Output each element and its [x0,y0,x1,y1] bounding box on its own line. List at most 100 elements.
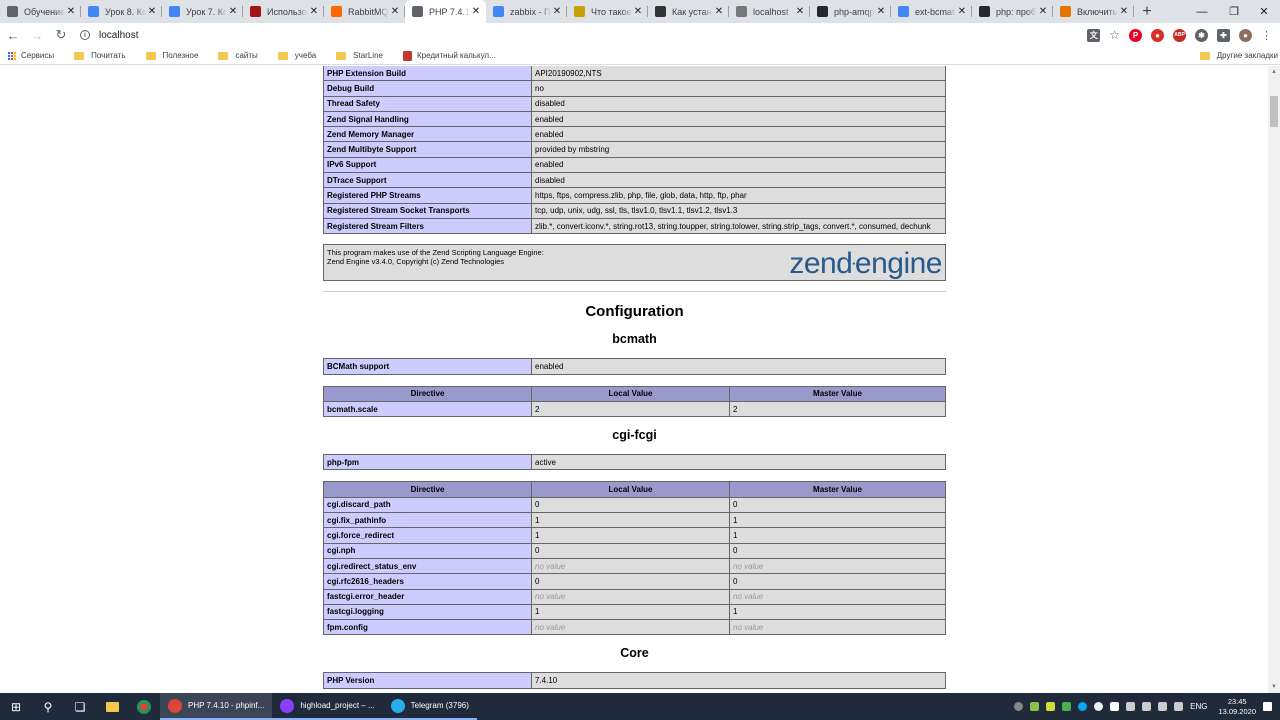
display-icon[interactable] [1174,702,1184,711]
close-icon[interactable]: ✕ [146,6,158,17]
table-row: cgi.fix_pathinfo 1 1 [323,512,946,529]
folder-icon [277,51,288,60]
adblock-icon[interactable]: ABP [1173,28,1186,42]
tab[interactable]: Включить ✕ [1053,0,1134,23]
puzzle-icon[interactable]: ✚ [1217,28,1230,42]
tab[interactable]: RabbitMQ ✕ [324,0,405,23]
row-value: provided by mbstring [531,141,946,158]
table-row: Registered PHP Streams https, ftps, compr… [323,187,946,204]
close-icon[interactable]: ✕ [65,6,77,17]
notifications-icon[interactable] [1263,702,1272,711]
taskbar-app[interactable]: PHP 7.4.10 - phpinf... [160,693,273,720]
close-icon[interactable]: ✕ [470,6,482,17]
network-icon[interactable] [1142,702,1152,711]
table-row: cgi.rfc2616_headers 0 0 [323,573,946,590]
bookmark-folder[interactable]: сайты [218,51,258,60]
tray-app-icon[interactable] [1126,702,1136,711]
tray-app-icon[interactable] [1078,702,1088,711]
scroll-down-icon[interactable]: ▼ [1268,681,1280,693]
close-icon[interactable]: ✕ [794,6,806,17]
task-view-icon[interactable]: ❏ [64,693,96,720]
close-icon[interactable]: ✕ [1037,6,1049,17]
skype-icon[interactable] [1014,702,1024,711]
bookmark-folder[interactable]: Полезное [145,51,198,60]
star-icon[interactable]: ☆ [1109,28,1120,42]
address-bar[interactable]: i localhost [74,24,1126,46]
tab-title: PHP 7.4.10 [429,6,470,17]
row-key: Registered Stream Socket Transports [323,202,532,219]
close-icon[interactable]: ✕ [389,6,401,17]
minimize-icon[interactable]: — [1186,0,1218,23]
tab[interactable]: Обучение ✕ [0,0,81,23]
tab[interactable]: Использов ✕ [243,0,324,23]
tab[interactable]: ext-bcmat ✕ [891,0,972,23]
file-explorer-icon[interactable] [96,693,128,720]
close-icon[interactable]: ✕ [308,6,320,17]
search-icon[interactable]: ⚲ [32,693,64,720]
table-row: BCMath support enabled [323,358,946,375]
bookmark-folder[interactable]: учеба [277,51,316,60]
clock[interactable]: 23:45 13.09.2020 [1218,697,1256,717]
url-text[interactable]: localhost [99,30,138,41]
tab[interactable]: zabbix - П ✕ [486,0,567,23]
local-value: no value [531,588,730,605]
tray-app-icon[interactable] [1030,702,1040,711]
scroll-up-icon[interactable]: ▲ [1268,66,1280,78]
windows-start-icon[interactable]: ⊞ [0,693,32,720]
tab[interactable]: localhost ✕ [729,0,810,23]
tab-title: Урок 7. Ко [186,6,227,17]
language-indicator[interactable]: ENG [1190,702,1207,711]
volume-icon[interactable] [1158,702,1168,711]
zend-engine-logo[interactable]: zend●engine [789,249,942,279]
bookmark-link[interactable]: Кредитный калькул... [402,50,496,61]
info-icon[interactable]: i [80,30,90,40]
close-icon[interactable]: ✕ [875,6,887,17]
tab[interactable]: php: проб ✕ [972,0,1053,23]
cloud-icon[interactable] [1094,702,1104,711]
tab[interactable]: PHP 7.4.10✕ [405,0,486,23]
cgi-fcgi-heading: cgi-fcgi [612,428,657,443]
bookmark-apps[interactable]: Сервисы [8,51,54,60]
tab[interactable]: Что такое ✕ [567,0,648,23]
avatar[interactable]: ● [1239,28,1252,42]
table-row: Zend Signal Handling enabled [323,110,946,128]
restore-icon[interactable]: ❐ [1218,0,1250,23]
close-icon[interactable]: ✕ [227,6,239,17]
taskbar-app[interactable]: highload_project – ... [272,693,383,720]
menu-icon[interactable]: ⋮ [1261,29,1272,42]
tray-app-icon[interactable] [1062,702,1072,711]
tray-app-icon[interactable] [1110,702,1120,711]
close-icon[interactable]: ✕ [713,6,725,17]
local-value: no value [531,619,730,636]
chrome-pinned-icon[interactable] [128,693,160,720]
tab[interactable]: Как устан ✕ [648,0,729,23]
tab-title: zabbix - П [510,6,551,17]
new-tab-icon[interactable]: + [1134,0,1160,23]
master-value: 1 [729,527,946,544]
bookmark-folder[interactable]: StarLine [336,51,383,60]
forward-icon[interactable]: → [26,24,48,46]
reload-icon[interactable]: ↻ [50,24,72,46]
tab[interactable]: php-amqp ✕ [810,0,891,23]
tab[interactable]: Урок 8. Ко ✕ [81,0,162,23]
directive-name: cgi.redirect_status_env [323,557,532,575]
tab[interactable]: Урок 7. Ко ✕ [162,0,243,23]
taskbar-app[interactable]: Telegram (3796) [382,693,477,720]
table-row: Registered Stream Filters zlib.*, convert… [323,217,946,235]
vertical-scrollbar[interactable]: ▲ ▼ [1268,66,1280,693]
bookmark-label: Почитать [91,51,126,60]
close-icon[interactable]: ✕ [551,6,563,17]
bookmark-folder[interactable]: Почитать [74,51,126,60]
close-icon[interactable]: ✕ [1118,6,1130,17]
close-icon[interactable]: ✕ [632,6,644,17]
extension-red-icon[interactable]: ● [1151,28,1164,42]
close-window-icon[interactable]: ✕ [1248,0,1280,23]
other-bookmarks[interactable]: Другие закладки [1199,51,1278,60]
translate-icon[interactable]: 文 [1087,28,1101,42]
back-icon[interactable]: ← [2,24,24,46]
gear-icon[interactable]: ✱ [1195,28,1208,42]
pinterest-icon[interactable]: P [1129,28,1142,42]
close-icon[interactable]: ✕ [956,6,968,17]
scroll-thumb[interactable] [1270,96,1278,127]
tray-app-icon[interactable] [1046,702,1056,711]
